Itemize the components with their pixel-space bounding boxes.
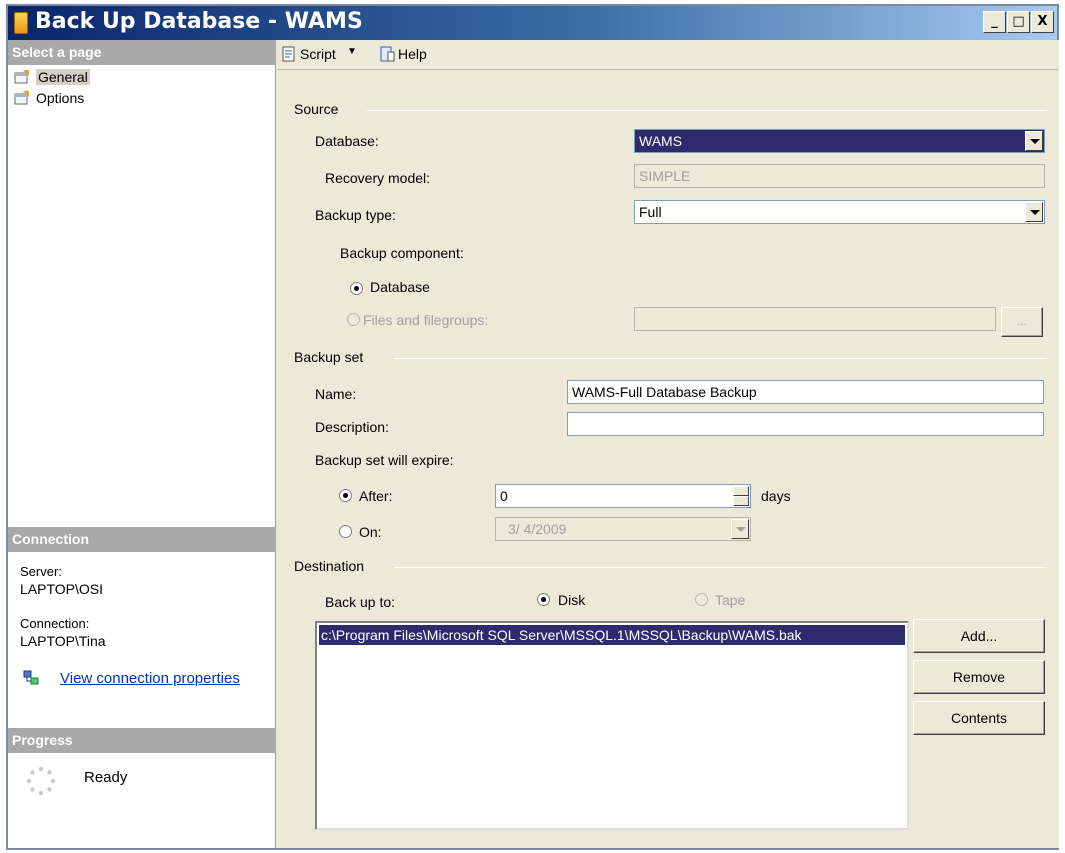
days-label: days xyxy=(761,488,791,504)
destination-list[interactable]: c:\Program Files\Microsoft SQL Server\MS… xyxy=(315,621,909,830)
backup-name-label: Name: xyxy=(315,386,357,402)
chevron-down-icon[interactable] xyxy=(731,519,749,539)
right-panel: Script ▼ Help Source Database: WAMS Reco… xyxy=(277,40,1059,848)
contents-button[interactable]: Contents xyxy=(913,701,1045,735)
view-connection-properties-link[interactable]: View connection properties xyxy=(60,670,240,687)
progress-spinner-icon xyxy=(26,766,56,796)
database-value: WAMS xyxy=(639,133,683,149)
progress-header: Progress xyxy=(8,728,276,753)
backup-to-tape-label: Tape xyxy=(715,592,746,608)
backup-to-disk-label: Disk xyxy=(558,592,586,608)
backup-set-group-label: Backup set xyxy=(294,349,364,365)
connection-value: LAPTOP\Tina xyxy=(20,633,106,649)
expire-days-spinner[interactable]: 0 xyxy=(495,484,751,508)
spin-buttons[interactable] xyxy=(733,486,749,506)
expire-on-label: On: xyxy=(359,524,382,540)
page-icon xyxy=(14,91,29,105)
spin-up-icon[interactable] xyxy=(733,486,749,496)
expire-after-radio[interactable] xyxy=(339,489,352,502)
spin-down-icon[interactable] xyxy=(733,496,749,506)
database-icon xyxy=(14,12,28,34)
expire-date-picker[interactable]: 3/ 4/2009 xyxy=(495,517,751,541)
component-files-label: Files and filegroups: xyxy=(363,312,489,328)
source-divider xyxy=(367,110,1047,111)
expire-after-label: After: xyxy=(359,488,393,504)
expire-days-value: 0 xyxy=(500,488,508,504)
component-database-label: Database xyxy=(370,279,430,295)
minimize-button[interactable]: _ xyxy=(983,11,1006,33)
destination-group-label: Destination xyxy=(294,558,365,574)
description-input[interactable] xyxy=(567,412,1044,436)
expire-on-radio[interactable] xyxy=(339,525,352,538)
help-label: Help xyxy=(398,46,427,62)
page-label-general: General xyxy=(36,69,90,85)
page-label-options: Options xyxy=(36,90,85,106)
backup-type-select[interactable]: Full xyxy=(634,200,1045,224)
toolbar: Script ▼ Help xyxy=(277,40,1059,70)
connection-label: Connection: xyxy=(20,616,90,631)
left-panel: Select a page General Options Connection… xyxy=(8,40,276,848)
connection-header: Connection xyxy=(8,527,276,552)
script-label: Script xyxy=(300,46,336,62)
source-group-label: Source xyxy=(294,101,339,117)
server-value: LAPTOP\OSI xyxy=(20,581,103,597)
component-database-radio[interactable] xyxy=(350,282,363,295)
recovery-model-label: Recovery model: xyxy=(325,170,431,186)
chevron-down-icon: ▼ xyxy=(347,46,357,57)
connection-properties-icon xyxy=(23,670,39,685)
backup-to-disk-radio[interactable] xyxy=(537,593,550,606)
progress-status: Ready xyxy=(84,769,128,786)
chevron-down-icon[interactable] xyxy=(1025,131,1043,151)
server-label: Server: xyxy=(20,564,62,579)
backup-set-divider xyxy=(394,358,1047,359)
backup-database-dialog: Back Up Database - WAMS _ □ X Select a p… xyxy=(6,4,1059,850)
backup-type-value: Full xyxy=(639,204,662,220)
files-filegroups-field xyxy=(634,307,996,331)
expire-date-value: 3/ 4/2009 xyxy=(508,521,567,537)
description-label: Description: xyxy=(315,419,389,435)
recovery-model-field: SIMPLE xyxy=(634,164,1045,188)
backup-to-tape-radio[interactable] xyxy=(695,593,708,606)
page-item-general[interactable]: General xyxy=(14,67,90,87)
destination-divider xyxy=(394,567,1047,568)
expire-label: Backup set will expire: xyxy=(315,452,454,468)
backup-to-label: Back up to: xyxy=(325,594,396,610)
title-bar[interactable]: Back Up Database - WAMS _ □ X xyxy=(8,6,1057,40)
remove-button[interactable]: Remove xyxy=(913,660,1045,694)
window-title: Back Up Database - WAMS xyxy=(35,9,363,34)
page-icon xyxy=(14,70,29,84)
maximize-button[interactable]: □ xyxy=(1007,11,1030,33)
backup-component-label: Backup component: xyxy=(340,245,464,261)
list-item[interactable]: c:\Program Files\Microsoft SQL Server\MS… xyxy=(319,625,905,645)
backup-type-label: Backup type: xyxy=(315,207,396,223)
database-select[interactable]: WAMS xyxy=(634,129,1045,153)
backup-name-input[interactable]: WAMS-Full Database Backup xyxy=(567,380,1044,404)
help-icon xyxy=(380,46,395,62)
close-button[interactable]: X xyxy=(1031,11,1054,33)
add-button[interactable]: Add... xyxy=(913,619,1045,653)
database-label: Database: xyxy=(315,133,379,149)
component-files-radio[interactable] xyxy=(347,313,360,326)
browse-files-button[interactable]: ... xyxy=(1001,307,1043,337)
script-icon xyxy=(282,46,295,62)
select-page-header: Select a page xyxy=(8,40,276,65)
chevron-down-icon[interactable] xyxy=(1025,202,1043,222)
page-item-options[interactable]: Options xyxy=(14,88,84,108)
